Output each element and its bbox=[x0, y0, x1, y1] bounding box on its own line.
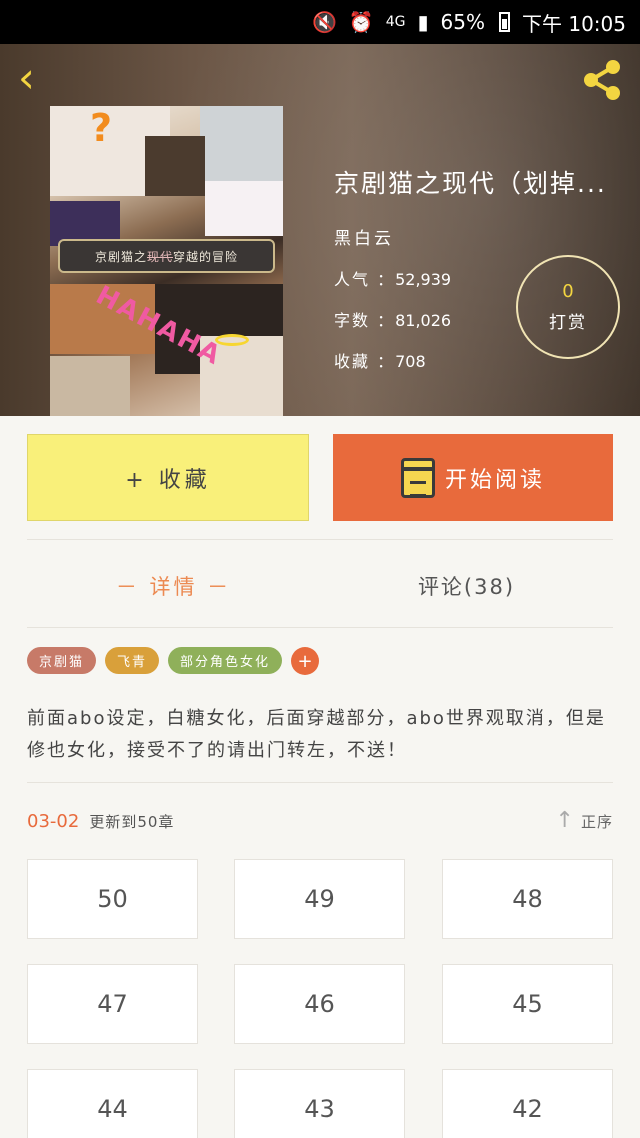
sort-button[interactable]: ↑ 正序 bbox=[556, 810, 613, 832]
battery-icon bbox=[499, 12, 510, 32]
start-reading-button[interactable]: 开始阅读 bbox=[333, 434, 613, 521]
up-arrow-icon: ↑ bbox=[555, 808, 575, 833]
tag-item[interactable]: 飞青 bbox=[105, 647, 160, 674]
reward-button[interactable]: 0 打赏 bbox=[516, 255, 620, 359]
chapter-button[interactable]: 50 bbox=[27, 859, 198, 939]
mute-icon: 🔇 bbox=[311, 10, 337, 34]
reward-label: 打赏 bbox=[549, 313, 587, 333]
network-label: 4G bbox=[385, 14, 406, 30]
halo-decoration bbox=[215, 334, 249, 346]
tag-item[interactable]: 部分角色女化 bbox=[168, 647, 283, 674]
update-text: 更新到50章 bbox=[89, 812, 175, 831]
collect-button[interactable]: + 收藏 bbox=[27, 434, 309, 521]
book-header: ‹ ? 京剧猫之 现代 穿越的冒险 HAHAHA 京剧猫之现代（划掉... 黑白云 … bbox=[0, 44, 640, 416]
tag-list: 京剧猫 飞青 部分角色女化 + bbox=[27, 647, 320, 675]
back-arrow-icon[interactable]: ‹ bbox=[18, 57, 54, 99]
chapter-button[interactable]: 46 bbox=[234, 964, 405, 1044]
chapter-button[interactable]: 43 bbox=[234, 1069, 405, 1138]
chapter-button[interactable]: 44 bbox=[27, 1069, 198, 1138]
book-title: 京剧猫之现代（划掉... bbox=[334, 169, 607, 198]
signal-icon: ▮ bbox=[417, 10, 429, 34]
tab-details[interactable]: － 详情 － bbox=[27, 558, 320, 614]
sort-label: 正序 bbox=[580, 812, 613, 831]
book-author[interactable]: 黑白云 bbox=[334, 224, 634, 249]
question-mark-decoration: ? bbox=[90, 106, 113, 150]
battery-percent: 65% bbox=[440, 10, 485, 34]
divider bbox=[27, 627, 613, 628]
divider bbox=[27, 539, 613, 540]
cover-banner: 京剧猫之 现代 穿越的冒险 bbox=[58, 239, 275, 273]
tag-item[interactable]: 京剧猫 bbox=[27, 647, 97, 674]
start-reading-label: 开始阅读 bbox=[444, 467, 545, 493]
update-date: 03-02 bbox=[27, 810, 80, 832]
alarm-icon: ⏰ bbox=[348, 10, 374, 34]
book-description: 前面abo设定，白糖女化，后面穿越部分，abo世界观取消，但是修也女化，接受不了… bbox=[27, 708, 606, 761]
update-info: 03-02 更新到50章 ↑ 正序 bbox=[27, 806, 613, 836]
book-cover[interactable]: ? 京剧猫之 现代 穿越的冒险 HAHAHA bbox=[50, 106, 283, 416]
add-tag-button[interactable]: + bbox=[291, 647, 320, 675]
chapter-button[interactable]: 42 bbox=[442, 1069, 613, 1138]
share-icon[interactable] bbox=[578, 56, 626, 104]
divider bbox=[27, 782, 613, 783]
chapter-button[interactable]: 47 bbox=[27, 964, 198, 1044]
reward-count: 0 bbox=[562, 281, 574, 302]
status-bar: 🔇 ⏰ 4G ▮ 65% 下午 10:05 bbox=[0, 0, 640, 44]
tab-comments[interactable]: 评论(38) bbox=[320, 558, 613, 614]
chapter-button[interactable]: 49 bbox=[234, 859, 405, 939]
chapter-button[interactable]: 48 bbox=[442, 859, 613, 939]
book-icon bbox=[400, 457, 435, 498]
clock: 下午 10:05 bbox=[522, 11, 626, 36]
chapter-button[interactable]: 45 bbox=[442, 964, 613, 1044]
